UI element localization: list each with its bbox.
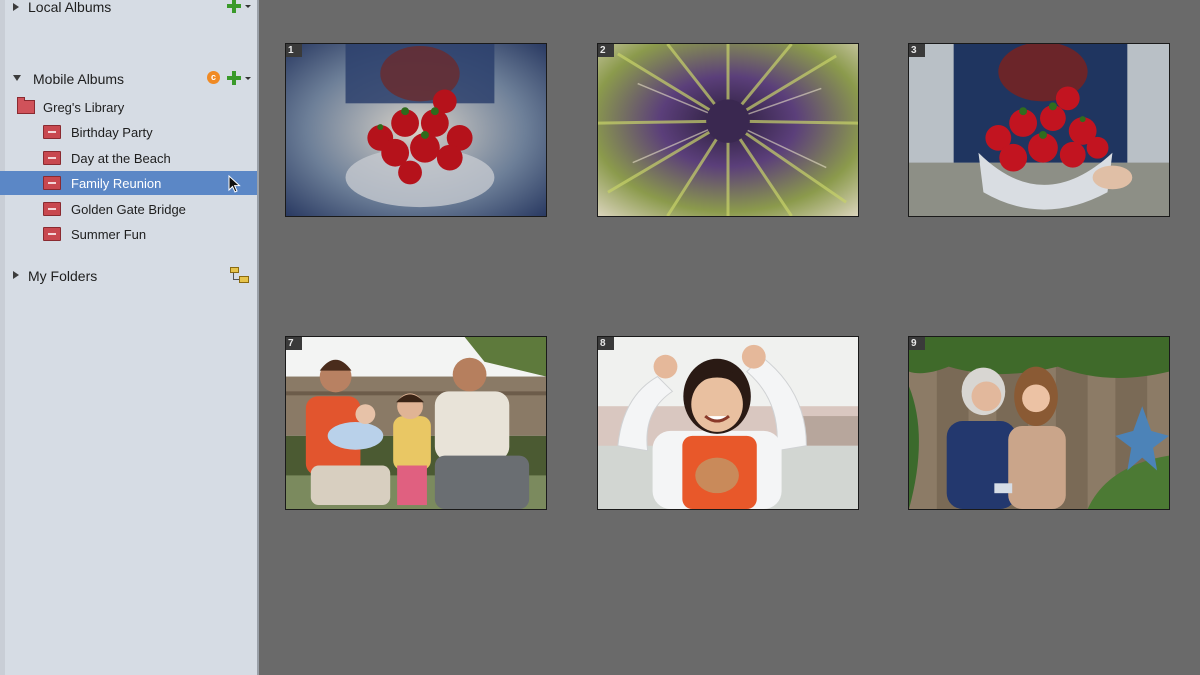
photo-thumbnail[interactable]: 1 bbox=[285, 43, 547, 217]
photo-thumbnail[interactable]: 8 bbox=[597, 336, 859, 510]
my-folders-header[interactable]: My Folders bbox=[0, 264, 257, 288]
photo-number: 3 bbox=[909, 44, 925, 57]
library-item[interactable]: Greg's Library bbox=[0, 95, 257, 119]
album-label: Family Reunion bbox=[71, 176, 162, 191]
my-folders-label: My Folders bbox=[28, 268, 98, 284]
photo-image bbox=[909, 44, 1169, 216]
photo-number: 9 bbox=[909, 337, 925, 350]
photo-image bbox=[909, 337, 1169, 509]
photo-number: 2 bbox=[598, 44, 614, 57]
photo-number: 8 bbox=[598, 337, 614, 350]
photo-number: 7 bbox=[286, 337, 302, 350]
album-icon bbox=[43, 151, 61, 165]
album-icon bbox=[43, 202, 61, 216]
folder-tree-icon[interactable] bbox=[230, 267, 250, 283]
add-mobile-album-icon[interactable] bbox=[227, 71, 241, 85]
local-albums-label: Local Albums bbox=[28, 0, 112, 15]
mouse-cursor-icon bbox=[228, 175, 241, 193]
photo-thumbnail[interactable]: 7 bbox=[285, 336, 547, 510]
disclosure-triangle-icon[interactable] bbox=[13, 271, 19, 279]
chevron-down-icon[interactable] bbox=[245, 77, 251, 80]
library-label: Greg's Library bbox=[43, 100, 125, 115]
album-item-day-at-the-beach[interactable]: Day at the Beach bbox=[0, 146, 257, 170]
album-label: Summer Fun bbox=[71, 227, 147, 242]
album-label: Golden Gate Bridge bbox=[71, 202, 186, 217]
mobile-albums-label: Mobile Albums bbox=[33, 71, 125, 87]
album-icon bbox=[43, 125, 61, 139]
folder-icon bbox=[17, 97, 35, 114]
album-icon bbox=[43, 176, 61, 190]
add-local-album-icon[interactable] bbox=[227, 0, 241, 13]
album-panel: Local Albums Mobile Albums c Greg's Libr… bbox=[0, 0, 259, 675]
photo-image bbox=[286, 44, 546, 216]
album-label: Day at the Beach bbox=[71, 151, 171, 166]
photo-number: 1 bbox=[286, 44, 302, 57]
chevron-down-icon[interactable] bbox=[245, 5, 251, 8]
photo-thumbnail[interactable]: 2 bbox=[597, 43, 859, 217]
album-item-golden-gate-bridge[interactable]: Golden Gate Bridge bbox=[0, 197, 257, 221]
album-item-summer-fun[interactable]: Summer Fun bbox=[0, 222, 257, 246]
sync-icon[interactable]: c bbox=[207, 71, 220, 84]
local-albums-header[interactable]: Local Albums bbox=[0, 0, 257, 20]
photo-thumbnail[interactable]: 3 bbox=[908, 43, 1170, 217]
photo-image bbox=[598, 337, 858, 509]
photo-thumbnail[interactable]: 9 bbox=[908, 336, 1170, 510]
album-item-family-reunion[interactable]: Family Reunion bbox=[0, 171, 257, 195]
disclosure-triangle-icon[interactable] bbox=[13, 75, 21, 81]
album-item-birthday-party[interactable]: Birthday Party bbox=[0, 120, 257, 144]
disclosure-triangle-icon[interactable] bbox=[13, 3, 19, 11]
album-icon bbox=[43, 227, 61, 241]
album-label: Birthday Party bbox=[71, 125, 153, 140]
photo-image bbox=[598, 44, 858, 216]
mobile-albums-header[interactable]: Mobile Albums c bbox=[0, 67, 257, 91]
photo-image bbox=[286, 337, 546, 509]
